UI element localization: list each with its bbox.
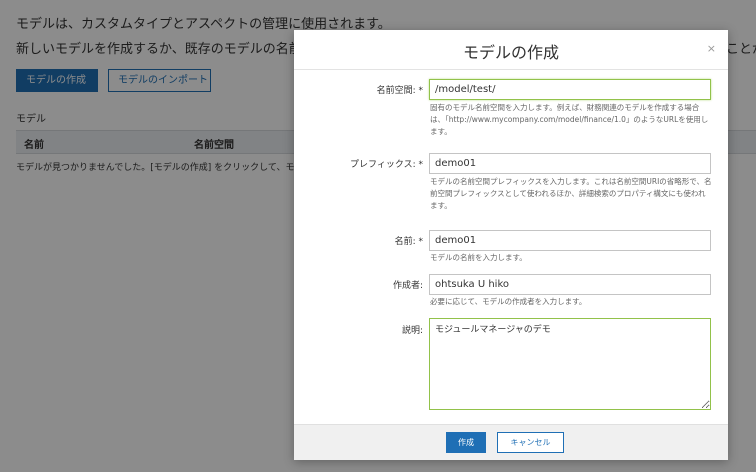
- namespace-required-mark: *: [418, 86, 424, 96]
- dialog-footer: 作成 キャンセル: [294, 424, 728, 460]
- name-required-mark: *: [418, 237, 424, 247]
- prefix-help: モデルの名前空間プレフィックスを入力します。これは名前空間URIの省略形で、名前…: [430, 177, 712, 210]
- author-label: 作成者:: [392, 281, 423, 291]
- prefix-label: プレフィックス: *: [350, 157, 423, 170]
- author-input[interactable]: [429, 274, 711, 295]
- prefix-input[interactable]: [429, 153, 711, 174]
- namespace-input[interactable]: [429, 79, 711, 100]
- namespace-label-text: 名前空間:: [376, 86, 416, 96]
- cancel-button[interactable]: キャンセル: [497, 432, 564, 453]
- namespace-label: 名前空間: *: [377, 83, 423, 96]
- prefix-label-text: プレフィックス:: [350, 160, 416, 170]
- name-label: 名前: *: [395, 234, 423, 247]
- dialog-header: モデルの作成 ×: [294, 30, 728, 70]
- create-button[interactable]: 作成: [446, 432, 486, 453]
- description-textarea[interactable]: モジュールマネージャのデモ: [429, 318, 711, 410]
- author-help: 必要に応じて、モデルの作成者を入力します。: [430, 297, 587, 306]
- namespace-help: 固有のモデル名前空間を入力します。例えば、財務関連のモデルを作成する場合は、「h…: [430, 103, 709, 136]
- name-label-text: 名前:: [394, 237, 416, 247]
- name-input[interactable]: [429, 230, 711, 251]
- create-model-dialog: モデルの作成 × 名前空間: * 固有のモデル名前空間を入力します。例えば、財務…: [294, 30, 728, 460]
- name-help: モデルの名前を入力します。: [430, 253, 527, 262]
- prefix-required-mark: *: [418, 160, 424, 170]
- close-icon[interactable]: ×: [707, 42, 716, 55]
- dialog-title: モデルの作成: [462, 43, 559, 62]
- description-label: 説明:: [401, 326, 423, 336]
